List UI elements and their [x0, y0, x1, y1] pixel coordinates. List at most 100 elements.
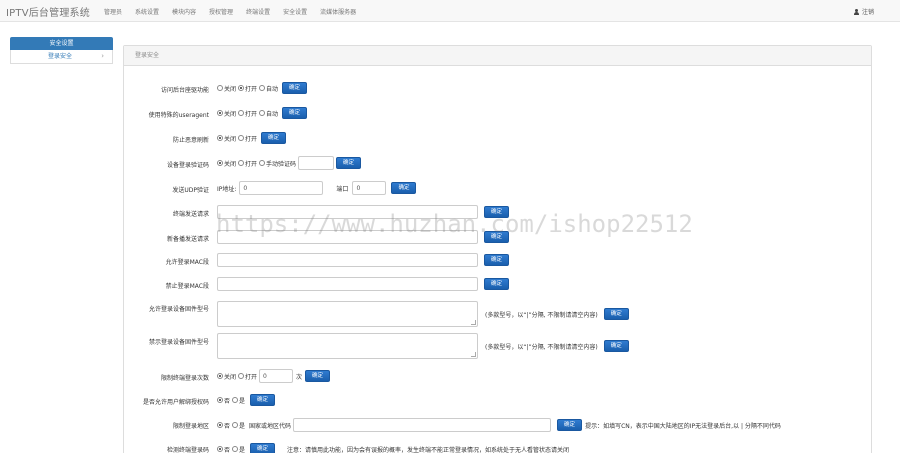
- sidebar-item-label: 登录安全: [48, 53, 73, 60]
- radio-button[interactable]: [238, 160, 245, 166]
- captcha-input[interactable]: [298, 156, 335, 170]
- confirm-button[interactable]: 确定: [603, 340, 629, 352]
- nav-item-terminal-settings[interactable]: 终端设置: [246, 7, 270, 16]
- allow-model-controls: (多款型号，以“|”分隔, 不限制请清空内容) 确定: [217, 301, 629, 327]
- option-label: 关闭: [224, 135, 237, 143]
- allow-unbind-controls: 否 是 确定: [217, 394, 276, 406]
- radio-option-off[interactable]: 关闭: [217, 109, 236, 118]
- radio-button[interactable]: [259, 110, 266, 116]
- radio-button[interactable]: [238, 85, 245, 91]
- confirm-button[interactable]: 确定: [484, 231, 510, 243]
- option-label: 打开: [245, 85, 258, 93]
- radio-button[interactable]: [259, 85, 266, 91]
- radio-option-on[interactable]: 打开: [238, 372, 257, 381]
- confirm-button[interactable]: 确定: [250, 394, 276, 406]
- radio-button[interactable]: [232, 422, 239, 428]
- anti-refresh-label: 防止恶意刷新: [172, 137, 209, 144]
- nav-item-system-settings[interactable]: 系统设置: [135, 7, 159, 16]
- allow-model-textarea[interactable]: [217, 301, 478, 327]
- radio-option-yes[interactable]: 是: [232, 421, 245, 430]
- radio-option-auto[interactable]: 自动: [259, 84, 278, 93]
- set-request-input[interactable]: [217, 230, 478, 244]
- radio-button[interactable]: [217, 135, 223, 141]
- app-brand[interactable]: IPTV后台管理系统: [6, 4, 90, 19]
- radio-button[interactable]: [232, 397, 239, 403]
- chevron-right-icon: ›: [101, 52, 104, 60]
- deny-model-textarea[interactable]: [217, 333, 478, 359]
- option-label: 关闭: [224, 373, 237, 381]
- radio-option-manual[interactable]: 手动验证码: [259, 159, 296, 168]
- user-icon: [854, 8, 860, 15]
- nav-item-streaming-server[interactable]: 流媒体服务器: [320, 7, 356, 16]
- radio-button[interactable]: [217, 397, 223, 403]
- radio-button[interactable]: [217, 422, 223, 428]
- allow-mac-input[interactable]: [217, 253, 478, 267]
- radio-button[interactable]: [238, 135, 245, 141]
- captcha-controls: 关闭 打开 手动验证码 确定: [217, 156, 362, 170]
- radio-button[interactable]: [232, 446, 239, 452]
- radio-option-on[interactable]: 打开: [238, 159, 257, 168]
- radio-option-off[interactable]: 关闭: [217, 134, 236, 143]
- confirm-button[interactable]: 确定: [282, 107, 308, 119]
- option-label: 是: [239, 446, 246, 453]
- limit-login-label: 限制终端登录次数: [160, 375, 209, 382]
- confirm-button[interactable]: 确定: [250, 443, 276, 453]
- radio-option-off[interactable]: 关闭: [217, 84, 236, 93]
- option-label: 手动验证码: [266, 160, 297, 168]
- radio-option-auto[interactable]: 自动: [259, 109, 278, 118]
- radio-button[interactable]: [259, 160, 266, 166]
- nav-item-security-settings[interactable]: 安全设置: [283, 7, 307, 16]
- radio-option-on[interactable]: 打开: [238, 84, 257, 93]
- option-label: 关闭: [224, 110, 237, 118]
- radio-button[interactable]: [217, 373, 223, 379]
- option-label: 打开: [245, 110, 258, 118]
- limit-login-count-input[interactable]: [259, 369, 294, 383]
- option-label: 打开: [245, 135, 258, 143]
- allow-mac-controls: 确定: [217, 253, 510, 267]
- option-label: 否: [224, 422, 231, 430]
- radio-button[interactable]: [217, 446, 223, 452]
- confirm-button[interactable]: 确定: [261, 132, 287, 144]
- confirm-button[interactable]: 确定: [557, 419, 583, 431]
- region-code-input[interactable]: [293, 418, 552, 432]
- radio-option-on[interactable]: 打开: [238, 134, 257, 143]
- nav-item-admin[interactable]: 管理员: [104, 7, 122, 16]
- radio-option-off[interactable]: 关闭: [217, 372, 236, 381]
- ip-address-input[interactable]: [239, 181, 324, 195]
- terminal-request-input[interactable]: [217, 205, 478, 219]
- radio-button[interactable]: [217, 160, 223, 166]
- radio-option-no[interactable]: 否: [217, 445, 230, 453]
- radio-option-on[interactable]: 打开: [238, 109, 257, 118]
- deny-mac-input[interactable]: [217, 277, 478, 291]
- confirm-button[interactable]: 确定: [484, 206, 510, 218]
- confirm-button[interactable]: 确定: [603, 308, 629, 320]
- radio-option-off[interactable]: 关闭: [217, 159, 236, 168]
- confirm-button[interactable]: 确定: [391, 182, 417, 194]
- radio-option-yes[interactable]: 是: [232, 396, 245, 405]
- allow-mac-label: 允许登录MAC段: [165, 259, 209, 266]
- radio-option-no[interactable]: 否: [217, 421, 230, 430]
- nav-item-module-content[interactable]: 模块内容: [172, 7, 196, 16]
- main-nav: 管理员 系统设置 模块内容 授权管理 终端设置 安全设置 流媒体服务器: [104, 7, 369, 16]
- sidebar-item-login-security[interactable]: 登录安全 ›: [10, 50, 113, 64]
- radio-option-yes[interactable]: 是: [232, 445, 245, 453]
- confirm-button[interactable]: 确定: [305, 370, 331, 382]
- access-func-label: 访问后台座驱功能: [160, 87, 209, 94]
- radio-button[interactable]: [238, 373, 245, 379]
- radio-button[interactable]: [217, 110, 223, 116]
- option-label: 否: [224, 446, 231, 453]
- allow-model-label: 允许登录设备固件型号: [148, 306, 209, 313]
- nav-item-license[interactable]: 授权管理: [209, 7, 233, 16]
- allow-unbind-label: 是否允许用户解绑授权码: [142, 399, 209, 406]
- logout-link[interactable]: 注销: [854, 7, 874, 16]
- port-input[interactable]: [352, 181, 387, 195]
- radio-button[interactable]: [238, 110, 245, 116]
- confirm-button[interactable]: 确定: [282, 82, 308, 94]
- confirm-button[interactable]: 确定: [484, 254, 510, 266]
- radio-option-no[interactable]: 否: [217, 396, 230, 405]
- radio-button[interactable]: [217, 85, 223, 91]
- option-label: 自动: [266, 110, 279, 118]
- detect-terminal-controls: 否 是 确定 注意：请慎用此功能，因为会有误报的概率，发生终端不能正常登录情况，…: [217, 443, 569, 453]
- confirm-button[interactable]: 确定: [484, 278, 510, 290]
- confirm-button[interactable]: 确定: [336, 157, 362, 169]
